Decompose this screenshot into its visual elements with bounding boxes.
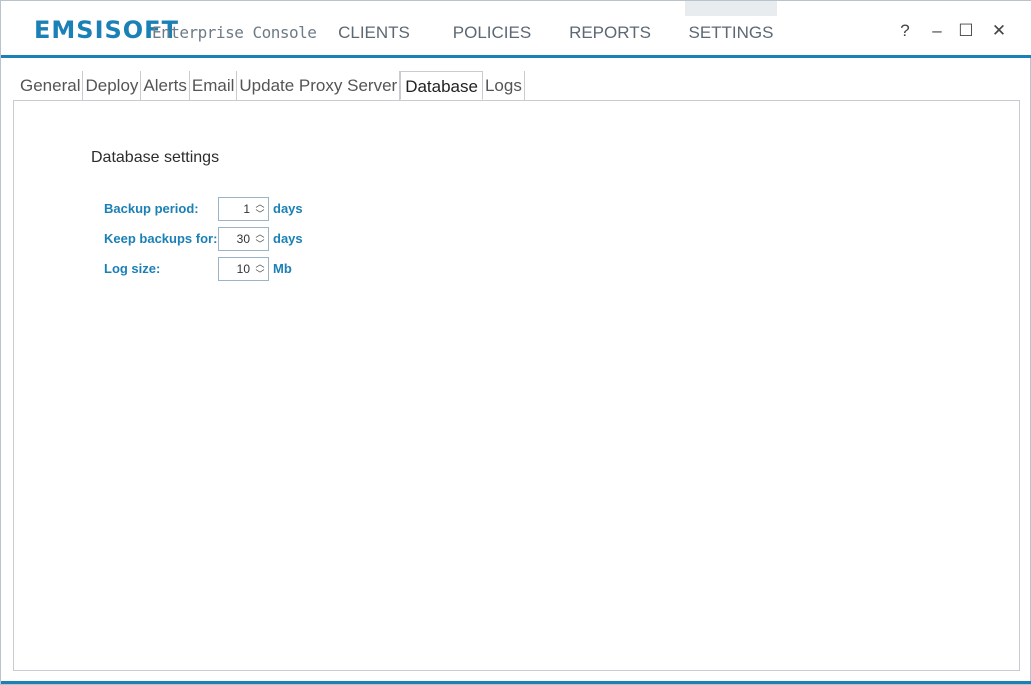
keep-backups-unit: days xyxy=(273,231,303,246)
settings-tabs: General Deploy Alerts Email Update Proxy… xyxy=(18,71,525,100)
log-size-label: Log size: xyxy=(104,261,161,276)
nav-policies[interactable]: POLICIES xyxy=(447,1,537,55)
tab-general[interactable]: General xyxy=(18,71,84,100)
tab-alerts[interactable]: Alerts xyxy=(141,71,190,100)
log-size-value[interactable]: 10 xyxy=(237,262,250,276)
keep-backups-value[interactable]: 30 xyxy=(237,232,250,246)
minimize-icon[interactable]: – xyxy=(927,21,947,41)
tab-deploy[interactable]: Deploy xyxy=(83,71,142,100)
app-subtitle: Enterprise Console xyxy=(152,23,317,42)
keep-backups-label: Keep backups for: xyxy=(104,231,218,246)
keep-backups-stepper[interactable]: 30 ︿ ﹀ xyxy=(218,227,269,251)
footer-divider xyxy=(1,681,1031,684)
nav-clients[interactable]: CLIENTS xyxy=(331,1,417,55)
nav-reports[interactable]: REPORTS xyxy=(565,1,655,55)
tab-database[interactable]: Database xyxy=(400,71,483,100)
title-bar: EMSISOFT Enterprise Console CLIENTS POLI… xyxy=(1,1,1031,55)
log-size-stepper[interactable]: 10 ︿ ﹀ xyxy=(218,257,269,281)
maximize-icon[interactable]: ☐ xyxy=(956,21,976,41)
app-window: EMSISOFT Enterprise Console CLIENTS POLI… xyxy=(0,0,1031,685)
chevron-down-icon[interactable]: ﹀ xyxy=(254,209,266,219)
chevron-down-icon[interactable]: ﹀ xyxy=(254,269,266,279)
backup-period-unit: days xyxy=(273,201,303,216)
section-title: Database settings xyxy=(91,149,220,166)
tab-update-proxy-server[interactable]: Update Proxy Server xyxy=(237,71,401,100)
database-panel: Database settings Backup period: 1 ︿ ﹀ d… xyxy=(13,100,1020,671)
backup-period-value[interactable]: 1 xyxy=(243,202,250,216)
tab-email[interactable]: Email xyxy=(190,71,238,100)
chevron-up-icon[interactable]: ︿ xyxy=(254,259,266,269)
chevron-up-icon[interactable]: ︿ xyxy=(254,229,266,239)
help-icon[interactable]: ? xyxy=(895,21,915,41)
backup-period-stepper[interactable]: 1 ︿ ﹀ xyxy=(218,197,269,221)
backup-period-label: Backup period: xyxy=(104,201,199,216)
tab-logs[interactable]: Logs xyxy=(483,71,525,100)
header-divider xyxy=(1,55,1031,58)
log-size-unit: Mb xyxy=(273,261,292,276)
close-icon[interactable]: ✕ xyxy=(989,21,1009,41)
chevron-down-icon[interactable]: ﹀ xyxy=(254,239,266,249)
nav-settings[interactable]: SETTINGS xyxy=(685,1,777,55)
chevron-up-icon[interactable]: ︿ xyxy=(254,199,266,209)
